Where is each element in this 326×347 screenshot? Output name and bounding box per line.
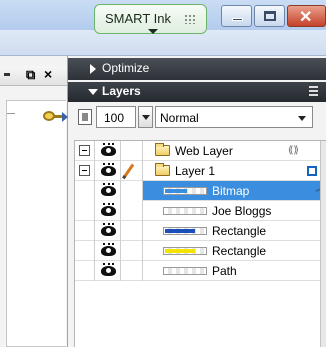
smart-ink-toolbar[interactable]: SMART Ink bbox=[94, 4, 207, 34]
layer-name: Joe Bloggs bbox=[212, 204, 272, 218]
visibility-cell bbox=[95, 141, 121, 161]
blend-mode-value: Normal bbox=[160, 111, 199, 125]
opacity-dropdown-button[interactable] bbox=[138, 106, 153, 128]
opacity-input[interactable]: 100 bbox=[96, 106, 136, 128]
visibility-cell bbox=[95, 241, 121, 261]
layer-thumbnail bbox=[163, 267, 207, 275]
layer-row-rectangle-blue[interactable]: Rectangle bbox=[75, 221, 326, 241]
expander-cell bbox=[75, 241, 95, 261]
layer-name: Rectangle bbox=[212, 224, 267, 238]
layer-thumbnail bbox=[163, 247, 207, 255]
layers-panel-header[interactable]: Layers bbox=[68, 82, 326, 102]
layer-name: Bitmap bbox=[212, 184, 250, 198]
close-panel-icon[interactable]: × bbox=[44, 66, 52, 82]
layer-list: Web Layer ⟪⟫ Layer 1 Bitmap Joe Bloggs R… bbox=[74, 140, 326, 347]
edit-cell[interactable] bbox=[121, 141, 143, 161]
minimize-icon bbox=[232, 18, 243, 21]
edit-cell[interactable] bbox=[121, 241, 143, 261]
chevron-down-icon[interactable] bbox=[148, 29, 158, 34]
visibility-cell bbox=[95, 261, 121, 281]
left-panel-body bbox=[6, 100, 68, 347]
eye-icon[interactable] bbox=[101, 223, 116, 236]
collapse-icon[interactable] bbox=[79, 165, 90, 176]
visibility-cell bbox=[95, 201, 121, 221]
divider bbox=[7, 113, 15, 114]
eye-icon[interactable] bbox=[101, 183, 116, 196]
restore-icon bbox=[264, 11, 276, 21]
visibility-cell bbox=[95, 161, 121, 181]
close-icon: ✕ bbox=[299, 9, 313, 26]
close-button[interactable]: ✕ bbox=[287, 5, 326, 27]
edit-cell[interactable] bbox=[121, 181, 143, 201]
visibility-cell bbox=[95, 181, 121, 201]
expanded-triangle-icon bbox=[88, 89, 98, 95]
eye-icon[interactable] bbox=[101, 163, 116, 176]
layer-controls: 100 Normal bbox=[68, 106, 326, 132]
layer-row-rectangle-yellow[interactable]: Rectangle bbox=[75, 241, 326, 261]
edit-cell[interactable] bbox=[121, 221, 143, 241]
share-icon[interactable]: ⟪⟫ bbox=[288, 145, 299, 156]
layers-panel-container: Optimize Layers 100 Normal Web Layer ⟪⟫ bbox=[68, 56, 326, 347]
edit-cell[interactable] bbox=[121, 161, 143, 181]
visibility-cell bbox=[95, 221, 121, 241]
layer-thumbnail bbox=[163, 227, 207, 235]
edit-cell[interactable] bbox=[121, 201, 143, 221]
edit-cell[interactable] bbox=[121, 261, 143, 281]
collapsed-triangle-icon bbox=[90, 64, 96, 74]
restore-button[interactable] bbox=[254, 5, 285, 27]
layer-name: Rectangle bbox=[212, 244, 267, 258]
opacity-icon bbox=[78, 109, 92, 125]
layers-label: Layers bbox=[102, 84, 141, 98]
optimize-label: Optimize bbox=[102, 61, 150, 75]
layer-name: Web Layer bbox=[175, 144, 233, 158]
optimize-panel-header[interactable]: Optimize bbox=[68, 58, 326, 80]
expander-cell bbox=[75, 261, 95, 281]
panel-grip-icon[interactable] bbox=[4, 73, 10, 76]
panel-menu-icon[interactable] bbox=[309, 86, 318, 96]
expander-cell bbox=[75, 201, 95, 221]
layer-thumbnail bbox=[163, 187, 207, 195]
chevron-down-icon bbox=[298, 116, 306, 121]
expander-cell bbox=[75, 141, 95, 161]
left-panel: ⧉ × bbox=[0, 56, 68, 347]
layer-row-joe-bloggs[interactable]: Joe Bloggs bbox=[75, 201, 326, 221]
layer-row-path[interactable]: Path bbox=[75, 261, 326, 281]
layer-name: Layer 1 bbox=[175, 164, 216, 178]
expander-cell bbox=[75, 181, 95, 201]
folder-icon bbox=[155, 143, 170, 156]
eye-icon[interactable] bbox=[101, 263, 116, 276]
collapse-icon[interactable] bbox=[79, 145, 90, 156]
minimize-button[interactable] bbox=[221, 5, 252, 27]
expander-cell bbox=[75, 221, 95, 241]
grip-icon[interactable] bbox=[184, 14, 196, 24]
eye-icon[interactable] bbox=[101, 243, 116, 256]
blend-mode-select[interactable]: Normal bbox=[155, 106, 313, 128]
eye-icon[interactable] bbox=[101, 203, 116, 216]
layer-name: Path bbox=[212, 264, 237, 278]
layer-thumbnail bbox=[163, 207, 207, 215]
layer-row-web-layer[interactable]: Web Layer ⟪⟫ bbox=[75, 141, 326, 161]
left-panel-header: ⧉ × bbox=[0, 66, 67, 86]
smart-ink-label: SMART Ink bbox=[105, 11, 171, 26]
expander-cell bbox=[75, 161, 95, 181]
scrollbar[interactable] bbox=[320, 141, 326, 347]
dock-icon[interactable]: ⧉ bbox=[26, 67, 35, 83]
pencil-icon bbox=[122, 163, 135, 179]
layer-row-layer-1[interactable]: Layer 1 bbox=[75, 161, 326, 181]
selection-marker-icon[interactable] bbox=[307, 166, 317, 176]
layer-row-bitmap[interactable]: Bitmap bbox=[75, 181, 326, 201]
eye-icon[interactable] bbox=[101, 143, 116, 156]
folder-icon bbox=[155, 163, 170, 176]
